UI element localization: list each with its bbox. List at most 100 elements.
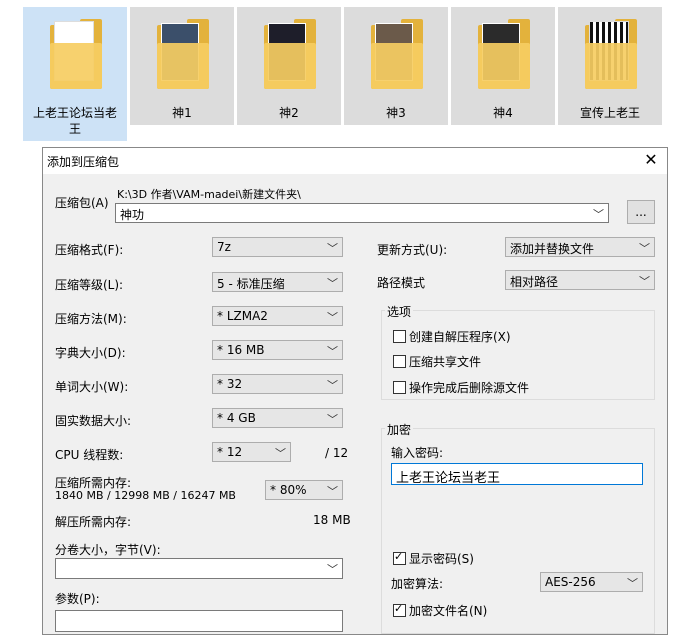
folder-item[interactable]: 上老王论坛当老 王 xyxy=(23,7,127,141)
decomp-value: 18 MB xyxy=(313,513,351,527)
dict-label: 字典大小(D): xyxy=(55,346,126,360)
show-password-checkbox[interactable]: 显示密码(S) xyxy=(393,550,474,567)
sfx-checkbox[interactable]: 创建自解压程序(X) xyxy=(393,328,511,345)
folder-icon xyxy=(50,19,102,89)
password-value: 上老王论坛当老王 xyxy=(396,471,501,486)
mem-percent-value: * 80% xyxy=(270,483,307,497)
archive-path: K:\3D 作者\VAM-madei\新建文件夹\ xyxy=(117,188,301,201)
chevron-down-icon: ﹀ xyxy=(593,208,604,221)
chevron-down-icon: ﹀ xyxy=(327,379,338,392)
algo-label: 加密算法: xyxy=(391,577,444,591)
shared-checkbox-label: 压缩共享文件 xyxy=(409,355,482,369)
format-label: 压缩格式(F): xyxy=(55,243,124,257)
level-combo[interactable]: 5 - 标准压缩 ﹀ xyxy=(212,272,343,292)
params-label: 参数(P): xyxy=(55,592,100,606)
options-title: 选项 xyxy=(385,303,414,320)
format-combo[interactable]: 7z ﹀ xyxy=(212,237,343,257)
mem-detail: 1840 MB / 12998 MB / 16247 MB xyxy=(55,489,236,502)
dialog-titlebar: 添加到压缩包 ✕ xyxy=(43,148,667,174)
path-mode-value: 相对路径 xyxy=(510,275,559,289)
path-mode-combo[interactable]: 相对路径 ﹀ xyxy=(505,270,655,290)
chevron-down-icon: ﹀ xyxy=(327,277,338,290)
show-password-label: 显示密码(S) xyxy=(409,552,474,566)
folder-icon xyxy=(478,19,530,89)
folder-label: 宣传上老王 xyxy=(579,106,640,120)
dict-combo[interactable]: * 16 MB ﹀ xyxy=(212,340,343,360)
word-value: * 32 xyxy=(217,377,243,391)
encrypt-names-checkbox[interactable]: 加密文件名(N) xyxy=(393,602,487,619)
encrypt-names-label: 加密文件名(N) xyxy=(409,604,488,618)
chevron-down-icon: ﹀ xyxy=(275,447,286,460)
archive-label: 压缩包(A) xyxy=(55,196,109,210)
algo-combo[interactable]: AES-256 ﹀ xyxy=(540,572,643,592)
add-to-archive-dialog: 添加到压缩包 ✕ 压缩包(A) K:\3D 作者\VAM-madei\新建文件夹… xyxy=(42,147,668,635)
checkbox-box xyxy=(393,381,406,394)
folder-item[interactable]: 宣传上老王 xyxy=(558,7,662,125)
algo-value: AES-256 xyxy=(545,575,596,589)
folder-icon xyxy=(371,19,423,89)
params-input[interactable] xyxy=(55,610,343,632)
folder-item[interactable]: 神3 xyxy=(344,7,448,125)
password-label: 输入密码: xyxy=(391,446,444,460)
cpu-combo[interactable]: * 12 ﹀ xyxy=(212,442,291,462)
update-combo[interactable]: 添加并替换文件 ﹀ xyxy=(505,237,655,257)
encryption-title: 加密 xyxy=(385,421,414,438)
cpu-label: CPU 线程数: xyxy=(55,448,124,462)
folder-label: 神1 xyxy=(172,106,192,120)
dict-value: * 16 MB xyxy=(217,343,265,357)
method-label: 压缩方法(M): xyxy=(55,312,127,326)
chevron-down-icon: ﹀ xyxy=(327,242,338,255)
level-label: 压缩等级(L): xyxy=(55,278,124,292)
level-value: 5 - 标准压缩 xyxy=(217,277,285,291)
mem-percent-combo[interactable]: * 80% ﹀ xyxy=(265,480,343,500)
cpu-value: * 12 xyxy=(217,445,243,459)
chevron-down-icon: ﹀ xyxy=(327,413,338,426)
chevron-down-icon: ﹀ xyxy=(327,345,338,358)
chevron-down-icon: ﹀ xyxy=(627,577,638,590)
archive-name-combo[interactable]: 神功 ﹀ xyxy=(115,203,609,223)
delete-after-checkbox-label: 操作完成后删除源文件 xyxy=(409,381,530,395)
checkbox-box xyxy=(393,602,406,617)
folder-item[interactable]: 神1 xyxy=(130,7,234,125)
folder-label: 神4 xyxy=(493,106,513,120)
checkbox-box xyxy=(393,355,406,368)
path-mode-label: 路径模式 xyxy=(377,276,426,290)
shared-checkbox[interactable]: 压缩共享文件 xyxy=(393,353,481,370)
folder-item[interactable]: 神2 xyxy=(237,7,341,125)
dialog-title: 添加到压缩包 xyxy=(47,155,120,169)
word-combo[interactable]: * 32 ﹀ xyxy=(212,374,343,394)
split-size-combo[interactable]: ﹀ xyxy=(55,558,343,579)
update-value: 添加并替换文件 xyxy=(510,242,595,256)
folder-icon xyxy=(157,19,209,89)
decomp-label: 解压所需内存: xyxy=(55,515,132,529)
chevron-down-icon: ﹀ xyxy=(327,311,338,324)
folder-icon xyxy=(585,19,637,89)
chevron-down-icon: ﹀ xyxy=(327,563,338,576)
checkbox-box xyxy=(393,550,406,565)
archive-name-value: 神功 xyxy=(120,208,145,222)
folder-strip: 上老王论坛当老 王 神1 神2 神3 神4 宣传上老王 xyxy=(0,0,675,150)
method-value: * LZMA2 xyxy=(217,309,268,323)
folder-label: 上老王论坛当老 王 xyxy=(32,106,117,136)
folder-icon xyxy=(264,19,316,89)
format-value: 7z xyxy=(217,240,231,254)
checkbox-box xyxy=(393,330,406,343)
folder-item[interactable]: 神4 xyxy=(451,7,555,125)
browse-button[interactable]: ... xyxy=(627,200,655,224)
solid-label: 固实数据大小: xyxy=(55,414,132,428)
chevron-down-icon: ﹀ xyxy=(639,242,650,255)
solid-combo[interactable]: * 4 GB ﹀ xyxy=(212,408,343,428)
close-icon[interactable]: ✕ xyxy=(641,150,661,170)
solid-value: * 4 GB xyxy=(217,411,256,425)
folder-label: 神3 xyxy=(386,106,406,120)
split-label: 分卷大小，字节(V): xyxy=(55,543,161,557)
method-combo[interactable]: * LZMA2 ﹀ xyxy=(212,306,343,326)
delete-after-checkbox[interactable]: 操作完成后删除源文件 xyxy=(393,379,529,396)
chevron-down-icon: ﹀ xyxy=(327,485,338,498)
sfx-checkbox-label: 创建自解压程序(X) xyxy=(409,330,511,344)
folder-label: 神2 xyxy=(279,106,299,120)
chevron-down-icon: ﹀ xyxy=(639,275,650,288)
cpu-total: / 12 xyxy=(325,446,349,460)
word-label: 单词大小(W): xyxy=(55,380,129,394)
password-input[interactable]: 上老王论坛当老王 xyxy=(391,463,643,486)
